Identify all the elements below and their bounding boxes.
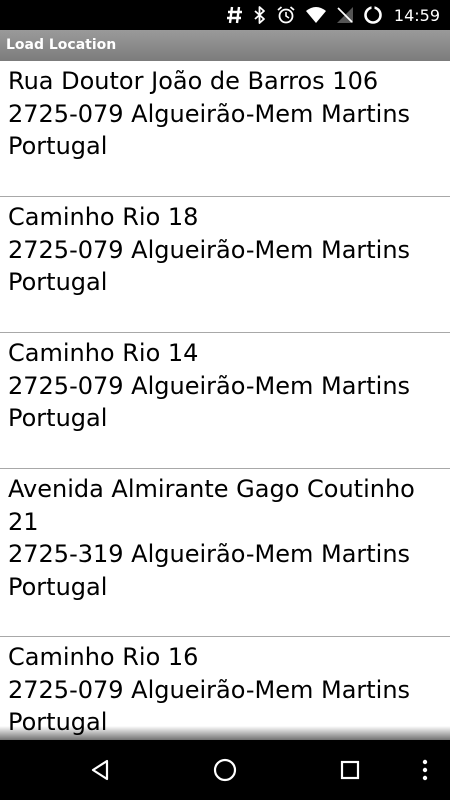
bluetooth-icon xyxy=(253,5,267,25)
wifi-icon xyxy=(305,6,327,24)
overflow-menu-button[interactable] xyxy=(400,740,450,800)
back-icon xyxy=(88,758,112,782)
location-list[interactable]: Rua Doutor João de Barros 106 2725-079 A… xyxy=(0,61,450,740)
navigation-bar xyxy=(0,726,450,800)
title-bar: Load Location xyxy=(0,30,450,61)
list-item[interactable]: Caminho Rio 16 2725-079 Algueirão-Mem Ma… xyxy=(0,637,450,740)
hash-icon xyxy=(226,5,244,25)
status-bar: 14:59 xyxy=(0,0,450,30)
list-item[interactable]: Caminho Rio 18 2725-079 Algueirão-Mem Ma… xyxy=(0,197,450,333)
battery-charging-icon xyxy=(363,5,383,25)
screen: 14:59 Load Location Rua Doutor João de B… xyxy=(0,0,450,800)
overflow-menu-icon xyxy=(421,758,429,782)
no-signal-icon xyxy=(336,6,354,24)
home-button[interactable] xyxy=(195,740,255,800)
alarm-icon xyxy=(276,5,296,25)
list-item[interactable]: Avenida Almirante Gago Coutinho 21 2725-… xyxy=(0,469,450,637)
status-icons: 14:59 xyxy=(226,0,450,30)
home-icon xyxy=(212,757,238,783)
back-button[interactable] xyxy=(70,740,130,800)
list-item[interactable]: Caminho Rio 14 2725-079 Algueirão-Mem Ma… xyxy=(0,333,450,469)
page-title: Load Location xyxy=(6,37,117,53)
status-time: 14:59 xyxy=(393,5,440,25)
recents-icon xyxy=(339,759,361,781)
list-item[interactable]: Rua Doutor João de Barros 106 2725-079 A… xyxy=(0,61,450,197)
recents-button[interactable] xyxy=(320,740,380,800)
